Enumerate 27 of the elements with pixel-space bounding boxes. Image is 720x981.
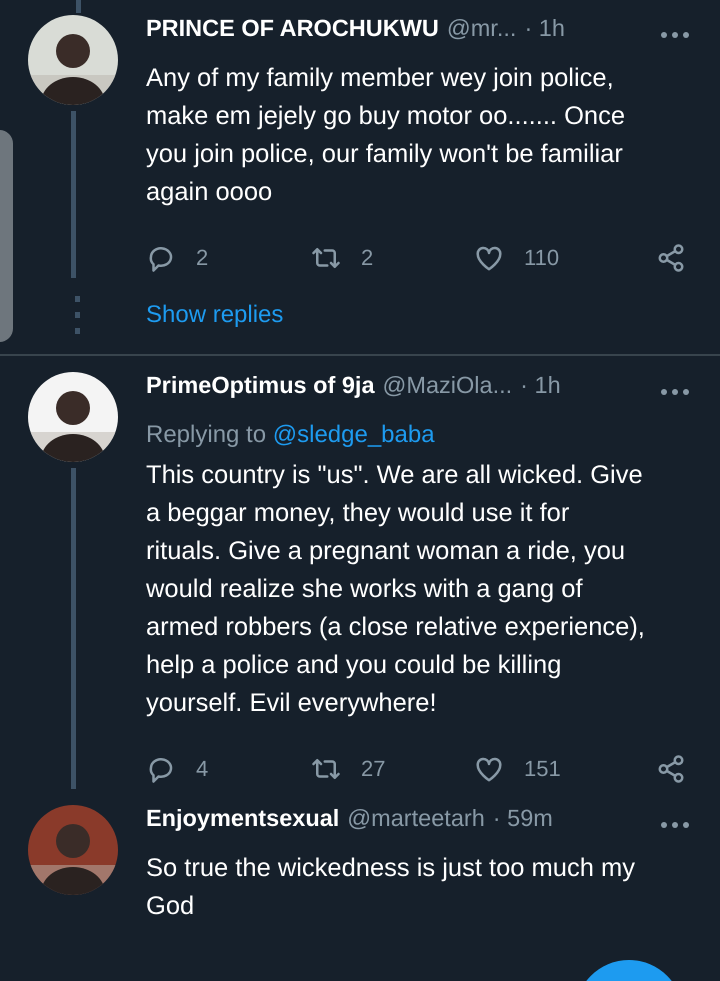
retweet-count: 2 xyxy=(361,245,374,271)
more-icon[interactable] xyxy=(660,31,690,39)
more-icon[interactable] xyxy=(660,821,690,829)
reply-count: 4 xyxy=(196,756,208,782)
thread-dots-icon xyxy=(75,296,81,334)
author-handle[interactable]: @mr... xyxy=(446,15,516,42)
more-icon[interactable] xyxy=(660,388,690,396)
author-name[interactable]: Enjoymentsexual xyxy=(146,805,340,832)
tweet-text: So true the wickedness is just too much my God xyxy=(146,853,636,922)
tweet-time: · 1h xyxy=(524,15,565,42)
mention-link[interactable]: @sledge_baba xyxy=(272,421,435,448)
tweet-time: · 1h xyxy=(520,372,561,399)
author-handle[interactable]: @MaziOla... xyxy=(382,372,512,399)
tweet-text: This country is "us". We are all wicked. Give a beggar money, they would use it for rituals. Give a pregnant woman a ride, you would realize she works with a gang of armed robbers (a close relative experience), help a police and you could be killing yourself. Evil everywhere! xyxy=(146,460,646,719)
like-count: 110 xyxy=(524,245,560,271)
reply-count: 2 xyxy=(196,245,208,271)
retweet-count: 27 xyxy=(361,756,386,782)
replying-label: Replying to xyxy=(146,421,266,448)
author-name[interactable]: PRINCE OF AROCHUKWU xyxy=(146,15,439,42)
like-count: 151 xyxy=(524,756,561,782)
tweet-time: · 59m xyxy=(492,805,553,832)
author-name[interactable]: PrimeOptimus of 9ja xyxy=(146,372,375,399)
tweet-text: Any of my family member wey join police, make em jejely go buy motor oo....... Once you join police, our family won't be familiar again oooo xyxy=(146,63,626,208)
share-icon[interactable] xyxy=(656,243,686,273)
share-icon[interactable] xyxy=(656,754,686,784)
show-replies-link[interactable]: Show replies xyxy=(146,301,284,329)
author-handle[interactable]: @marteetarh xyxy=(347,805,485,832)
